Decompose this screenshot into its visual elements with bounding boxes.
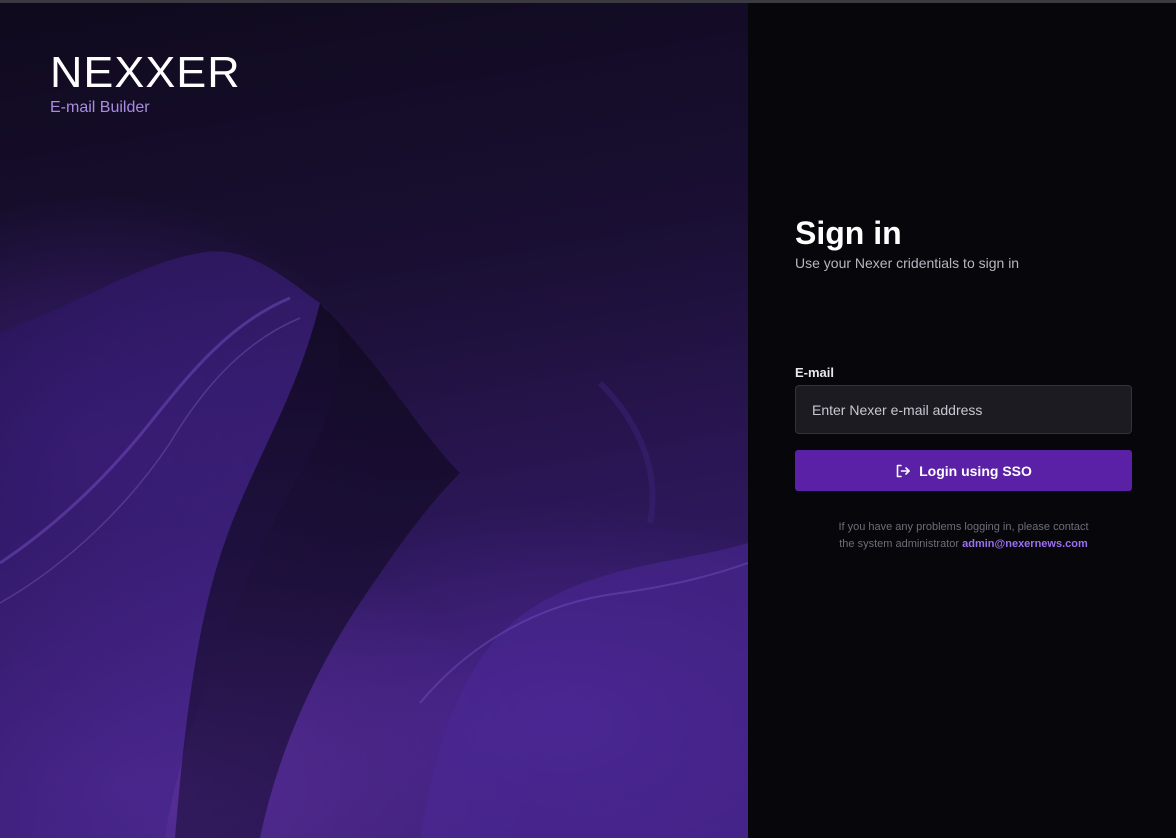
hero-background-art — [0, 251, 748, 838]
help-text: If you have any problems logging in, ple… — [795, 519, 1132, 553]
login-sso-button[interactable]: Login using SSO — [795, 450, 1132, 491]
admin-email-link[interactable]: admin@nexernews.com — [962, 538, 1088, 550]
hero-image-panel: NEXXER E-mail Builder — [0, 3, 748, 838]
nexer-logo: NEXXER — [50, 48, 241, 97]
signin-form: Sign in Use your Nexer cridentials to si… — [795, 213, 1132, 553]
page-subtitle: Use your Nexer cridentials to sign in — [795, 255, 1020, 271]
login-page: NEXXER E-mail Builder Sign in Use your N… — [0, 0, 1176, 838]
brand: NEXXER E-mail Builder — [50, 51, 240, 117]
help-text-line2: the system administrator — [839, 538, 960, 550]
email-field[interactable] — [795, 385, 1132, 434]
login-arrow-icon — [896, 464, 910, 477]
help-text-line1: If you have any problems logging in, ple… — [838, 521, 1089, 533]
page-title: Sign in — [795, 215, 902, 251]
login-sso-label: Login using SSO — [919, 462, 1032, 479]
product-name: E-mail Builder — [50, 99, 150, 116]
email-label: E-mail — [795, 365, 835, 380]
signin-panel: Sign in Use your Nexer cridentials to si… — [748, 3, 1176, 838]
